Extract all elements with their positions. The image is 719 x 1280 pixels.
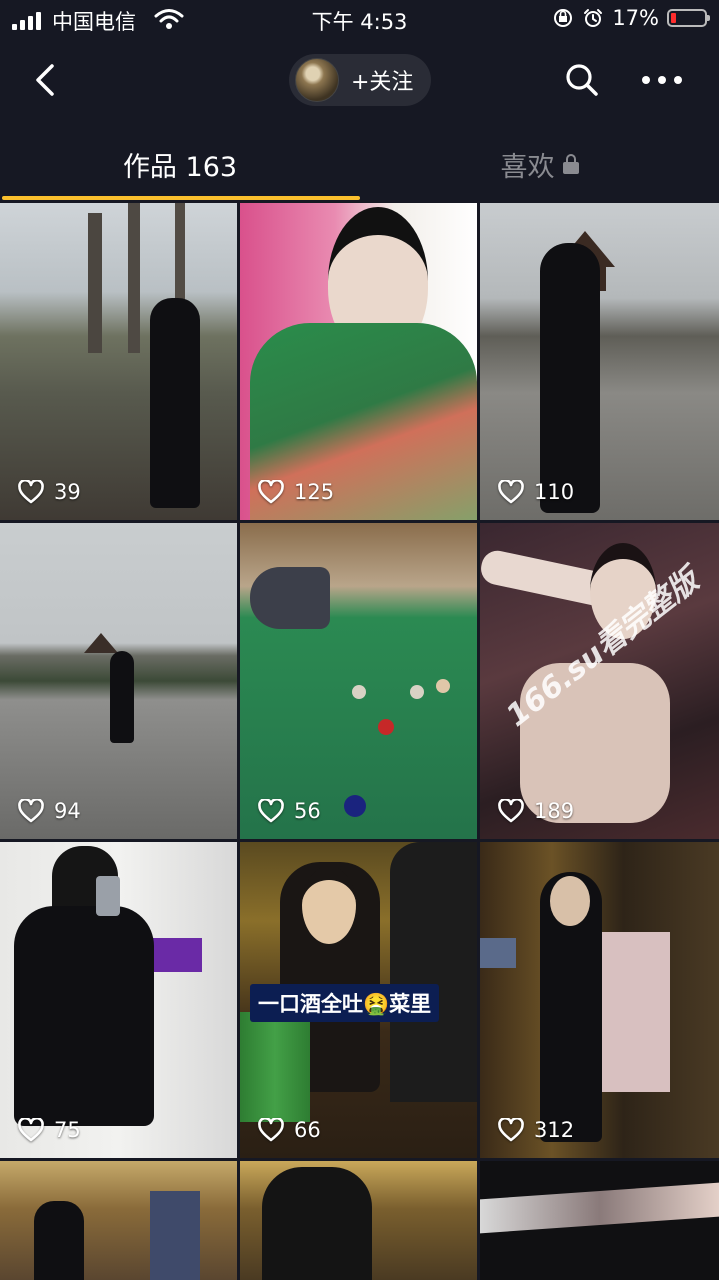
battery-percent: 17%: [612, 6, 659, 30]
heart-icon: [258, 799, 284, 823]
video-thumbnail[interactable]: 一口酒全吐🤮菜里 66: [240, 842, 477, 1158]
video-thumbnail[interactable]: 312: [480, 842, 719, 1158]
like-count: 66: [258, 1118, 321, 1142]
video-thumbnail[interactable]: 110: [480, 203, 719, 520]
carrier-name: 中国电信: [52, 10, 136, 34]
orientation-lock-icon: [554, 9, 573, 27]
status-bar: 中国电信 下午 4:53 17%: [0, 0, 719, 40]
wifi-icon: [154, 9, 184, 29]
video-thumbnail[interactable]: [240, 1161, 477, 1280]
more-options-icon[interactable]: [640, 68, 684, 92]
video-caption: 一口酒全吐🤮菜里: [250, 984, 440, 1022]
like-count: 125: [258, 480, 334, 504]
battery-icon: [667, 9, 710, 27]
video-thumbnail[interactable]: 39: [0, 203, 237, 520]
heart-icon: [18, 799, 44, 823]
heart-icon: [498, 799, 524, 823]
like-count-value: 189: [534, 799, 575, 823]
tab-likes-label: 喜欢: [500, 151, 555, 183]
like-count-value: 39: [54, 480, 81, 504]
video-thumbnail[interactable]: 189: [480, 523, 719, 839]
like-count: 56: [258, 799, 321, 823]
video-thumbnail[interactable]: 75: [0, 842, 237, 1158]
like-count-value: 312: [534, 1118, 575, 1142]
like-count-value: 125: [294, 480, 335, 504]
like-count: 110: [498, 480, 574, 504]
tab-works[interactable]: 作品 163: [0, 144, 360, 184]
video-thumbnail[interactable]: [0, 1161, 237, 1280]
profile-tabs: 作品 163 喜欢: [0, 126, 719, 200]
heart-icon: [18, 480, 44, 504]
like-count-value: 75: [54, 1118, 81, 1142]
signal-icon: [12, 10, 42, 30]
video-thumbnail[interactable]: 56: [240, 523, 477, 839]
heart-icon: [18, 1118, 44, 1142]
follow-label: +关注: [351, 70, 414, 95]
like-count: 312: [498, 1118, 574, 1142]
active-tab-indicator: [2, 196, 360, 200]
tab-likes[interactable]: 喜欢: [360, 144, 719, 184]
top-nav: +关注: [0, 48, 719, 114]
like-count: 75: [18, 1118, 81, 1142]
heart-icon: [258, 1118, 284, 1142]
lock-icon: [562, 154, 579, 174]
avatar[interactable]: [295, 58, 339, 102]
like-count-value: 56: [294, 799, 321, 823]
heart-icon: [258, 480, 284, 504]
like-count-value: 66: [294, 1118, 321, 1142]
video-thumbnail[interactable]: 94: [0, 523, 237, 839]
back-arrow-icon[interactable]: [30, 62, 60, 98]
like-count-value: 94: [54, 799, 81, 823]
follow-button[interactable]: +关注: [289, 54, 431, 106]
like-count-value: 110: [534, 480, 575, 504]
video-thumbnail[interactable]: [480, 1161, 719, 1280]
like-count: 39: [18, 480, 81, 504]
video-grid: 39 125 110 94 56 189 75 一口酒全吐🤮菜里 66 312: [0, 203, 719, 1280]
alarm-icon: [584, 9, 603, 27]
heart-icon: [498, 1118, 524, 1142]
like-count: 189: [498, 799, 574, 823]
tab-works-label: 作品 163: [122, 151, 238, 183]
video-thumbnail[interactable]: 125: [240, 203, 477, 520]
heart-icon: [498, 480, 524, 504]
search-icon[interactable]: [564, 62, 600, 98]
like-count: 94: [18, 799, 81, 823]
